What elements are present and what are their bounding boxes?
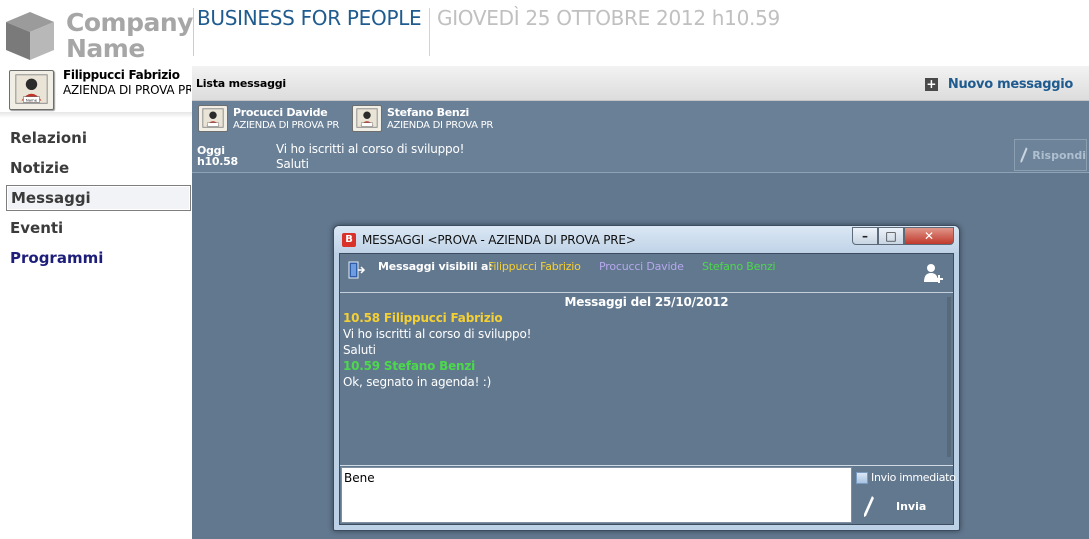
send-label: Invia (896, 500, 927, 513)
user-separator (0, 112, 192, 118)
message-line: Saluti (343, 343, 376, 357)
new-message-button[interactable]: + Nuovo messaggio (924, 75, 1073, 93)
person-icon: Name (15, 74, 48, 104)
dialog-title: MESSAGGI <PROVA - AZIENDA DI PROVA PRE> (362, 233, 636, 247)
participant-avatar (198, 105, 228, 132)
header-divider (429, 8, 430, 56)
maximize-button[interactable]: □ (878, 227, 904, 245)
message-line: Ok, segnato in agenda! :) (343, 375, 492, 389)
reply-button[interactable]: Rispondi (1014, 139, 1087, 171)
participant-company: AZIENDA DI PROVA PR (233, 120, 339, 131)
message-header: 10.58 Filippucci Fabrizio (343, 311, 503, 325)
add-user-icon[interactable] (922, 262, 944, 284)
visibility-bar: Messaggi visibili a: Filippucci Fabrizio… (340, 254, 953, 292)
message-list-title: Lista messaggi (196, 77, 286, 90)
dialog-body: Messaggi visibili a: Filippucci Fabrizio… (339, 253, 956, 525)
compose-separator (340, 465, 953, 466)
immediate-send-toggle[interactable]: Invio immediato (856, 471, 956, 484)
thread-message-line: Vi ho iscritti al corso di sviluppo! (276, 142, 465, 156)
participant-name: Stefano Benzi (387, 106, 470, 119)
participant-name: Procucci Davide (233, 106, 328, 119)
pen-icon (1020, 147, 1028, 163)
user-company: AZIENDA DI PROVA PR (63, 83, 191, 97)
participant-avatar (352, 105, 382, 132)
nav-item-eventi[interactable]: Eventi (6, 216, 191, 242)
pen-icon (864, 496, 874, 517)
visible-recipient: Filippucci Fabrizio (488, 260, 581, 273)
message-line: Vi ho iscritti al corso di sviluppo! (343, 327, 532, 341)
nav-item-notizie[interactable]: Notizie (6, 156, 191, 182)
box-logo-icon (6, 12, 54, 60)
plus-icon: + (924, 76, 938, 91)
user-avatar[interactable]: Name (9, 70, 54, 110)
minimize-button[interactable]: – (852, 227, 878, 245)
app-title: BUSINESS FOR PEOPLE (197, 6, 422, 30)
thread-time: h10.58 (197, 155, 238, 168)
messages-dialog: B MESSAGGI <PROVA - AZIENDA DI PROVA PRE… (333, 225, 960, 531)
app-icon: B (342, 233, 356, 247)
logo-line2: Name (66, 34, 145, 63)
new-message-label: Nuovo messaggio (947, 76, 1073, 92)
message-header: 10.59 Stefano Benzi (343, 359, 476, 373)
send-panel: Invio immediato Invia (854, 467, 956, 523)
immediate-send-checkbox[interactable] (856, 471, 868, 484)
send-button[interactable]: Invia (854, 493, 953, 521)
logo-text: Company Name (66, 10, 193, 62)
user-name: Filippucci Fabrizio (63, 68, 180, 82)
immediate-send-label: Invio immediato (871, 471, 956, 484)
message-list-bar: Lista messaggi + Nuovo messaggio (192, 66, 1089, 101)
avatar-caption: Name (26, 97, 38, 102)
dialog-titlebar[interactable]: B MESSAGGI <PROVA - AZIENDA DI PROVA PRE… (334, 226, 959, 252)
visible-to-label: Messaggi visibili a: (378, 260, 493, 273)
nav-item-programmi[interactable]: Programmi (6, 246, 191, 272)
nav-item-messaggi[interactable]: Messaggi (6, 185, 191, 211)
header-divider (193, 8, 194, 56)
message-transcript: Messaggi del 25/10/2012 10.58 Filippucci… (340, 293, 953, 465)
visible-recipient: Stefano Benzi (702, 260, 776, 273)
thread-message-line: Saluti (276, 157, 309, 171)
transcript-scrollbar[interactable] (947, 297, 951, 457)
person-icon (356, 108, 378, 128)
message-thread-row[interactable]: Procucci Davide AZIENDA DI PROVA PR Stef… (192, 101, 1089, 173)
logo-line1: Company (66, 8, 193, 37)
company-logo: Company Name (4, 10, 193, 62)
current-datetime: GIOVEDÌ 25 OTTOBRE 2012 h10.59 (437, 6, 780, 30)
compose-input[interactable] (341, 467, 852, 523)
exit-door-icon[interactable] (346, 260, 366, 280)
close-button[interactable]: ✕ (904, 227, 954, 245)
participant-company: AZIENDA DI PROVA PR (387, 120, 493, 131)
reply-label: Rispondi (1032, 148, 1086, 162)
visible-recipient: Procucci Davide (599, 260, 684, 273)
transcript-date-header: Messaggi del 25/10/2012 (564, 295, 729, 309)
nav-item-relazioni[interactable]: Relazioni (6, 126, 191, 152)
person-icon (202, 108, 224, 128)
